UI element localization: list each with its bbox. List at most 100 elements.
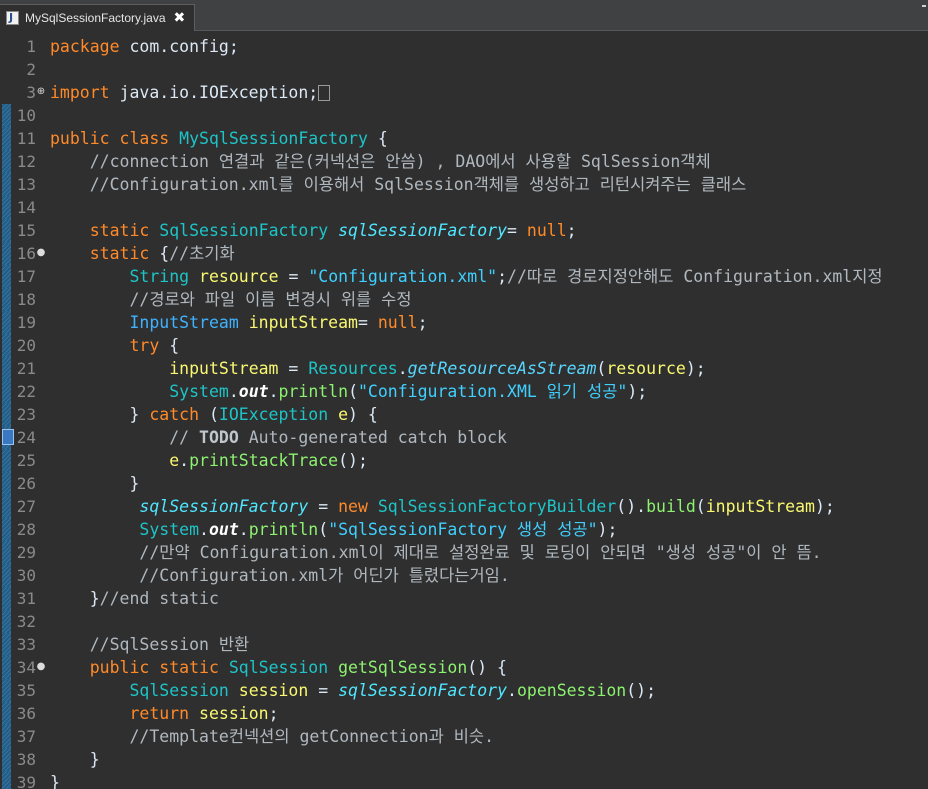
java-file-icon	[6, 11, 19, 25]
code-text: try {	[50, 334, 179, 357]
code-token: new	[338, 497, 368, 516]
code-line[interactable]: 14	[0, 196, 928, 219]
code-token: =	[278, 267, 309, 286]
code-line[interactable]: 28 System.out.println("SqlSessionFactory…	[0, 518, 928, 541]
code-token: .	[238, 520, 249, 539]
code-line[interactable]: 34 ● public static SqlSession getSqlSessi…	[0, 656, 928, 679]
code-line[interactable]: 32	[0, 610, 928, 633]
code-token: }	[50, 750, 100, 769]
code-line[interactable]: 36 return session;	[0, 702, 928, 725]
code-token: "Configuration.xml"	[308, 267, 498, 286]
code-line[interactable]: 25 e.printStackTrace();	[0, 449, 928, 472]
code-line[interactable]: 15 static SqlSessionFactory sqlSessionFa…	[0, 219, 928, 242]
code-token: getResourceAsStream	[407, 359, 597, 378]
close-icon[interactable]: ✖	[174, 11, 186, 25]
code-token: (	[199, 405, 219, 424]
code-line[interactable]: 1 package com.config;	[0, 35, 928, 58]
code-token: com.config;	[119, 37, 239, 56]
code-text: }	[50, 748, 100, 771]
fold-expand-icon[interactable]: ⊕	[36, 81, 46, 102]
line-number: 39	[16, 773, 36, 789]
code-text: //만약 Configuration.xml이 제대로 설정완료 및 로딩이 안…	[50, 541, 821, 564]
folded-imports-icon[interactable]	[318, 85, 331, 101]
line-number: 29	[16, 543, 36, 562]
code-token: =	[308, 681, 339, 700]
code-token: return	[129, 704, 190, 723]
code-line[interactable]: 38 }	[0, 748, 928, 771]
fold-collapse-icon[interactable]: ●	[36, 242, 46, 263]
code-line[interactable]: 24 // TODO Auto-generated catch block	[0, 426, 928, 449]
line-number: 27	[16, 497, 36, 516]
tab-mysqlsessionfactory[interactable]: MySqlSessionFactory.java ✖	[0, 4, 195, 31]
code-line[interactable]: 21 inputStream = Resources.getResourceAs…	[0, 357, 928, 380]
code-token: build	[646, 497, 696, 516]
code-token: IOException	[218, 405, 329, 424]
code-line[interactable]: 30 //Configuration.xml가 어딘가 틀렸다는거임.	[0, 564, 928, 587]
code-editor[interactable]: 1 package com.config; 2 3 ⊕ import java.io.IO…	[0, 35, 928, 789]
code-token: try	[129, 336, 160, 355]
code-line[interactable]: 3 ⊕ import java.io.IOException;	[0, 81, 928, 104]
code-text: static {//초기화	[50, 242, 235, 265]
code-token: //SqlSession 반환	[50, 635, 250, 654]
code-line[interactable]: 16 ● static {//초기화	[0, 242, 928, 265]
line-number: 32	[16, 612, 36, 631]
code-line[interactable]: 12 //connection 연결과 같은(커넥션은 안씀) , DAO에서 …	[0, 150, 928, 173]
code-line[interactable]: 17 String resource = "Configuration.xml"…	[0, 265, 928, 288]
code-line[interactable]: 20 try {	[0, 334, 928, 357]
code-token: openSession	[516, 681, 627, 700]
code-line[interactable]: 26 }	[0, 472, 928, 495]
code-line[interactable]: 29 //만약 Configuration.xml이 제대로 설정완료 및 로딩…	[0, 541, 928, 564]
code-token: e	[338, 405, 349, 424]
code-line[interactable]: 39}	[0, 771, 928, 789]
code-line[interactable]: 37 //Template컨넥션의 getConnection과 비슷.	[0, 725, 928, 748]
code-token: .	[228, 382, 239, 401]
code-line[interactable]: 22 System.out.println("Configuration.XML…	[0, 380, 928, 403]
code-line[interactable]: 11 public class MySqlSessionFactory {	[0, 127, 928, 150]
code-line[interactable]: 19 InputStream inputStream= null;	[0, 311, 928, 334]
view-menu-icon[interactable]	[922, 5, 926, 7]
code-text: public static SqlSession getSqlSession()…	[50, 656, 507, 679]
code-line[interactable]: 13 //Configuration.xml를 이용해서 SqlSession객…	[0, 173, 928, 196]
code-token: TODO	[199, 428, 239, 447]
code-text: //Configuration.xml를 이용해서 SqlSession객체를 …	[50, 173, 747, 196]
code-token: java.io.IOException;	[109, 83, 319, 102]
code-token: {	[159, 336, 180, 355]
code-token: Resources	[308, 359, 398, 378]
code-token: out	[238, 382, 269, 401]
code-token: sqlSessionFactory	[338, 221, 508, 240]
code-text: String resource = "Configuration.xml";//…	[50, 265, 882, 288]
code-text: e.printStackTrace();	[50, 449, 368, 472]
line-number: 37	[16, 727, 36, 746]
code-text: } catch (IOException e) {	[50, 403, 377, 426]
code-line[interactable]: 27 sqlSessionFactory = new SqlSessionFac…	[0, 495, 928, 518]
code-token: //Configuration.xml가 어딘가 틀렸다는거임.	[50, 566, 510, 585]
code-token: (	[348, 382, 358, 401]
code-token: System	[139, 520, 200, 539]
code-line[interactable]: 10	[0, 104, 928, 127]
code-token: .	[397, 359, 408, 378]
code-token: sqlSessionFactory	[139, 497, 309, 516]
code-line[interactable]: 23 } catch (IOException e) {	[0, 403, 928, 426]
fold-collapse-icon[interactable]: ●	[36, 656, 46, 677]
code-line[interactable]: 35 SqlSession session = sqlSessionFactor…	[0, 679, 928, 702]
line-number: 18	[16, 290, 36, 309]
code-text: //Template컨넥션의 getConnection과 비슷.	[50, 725, 494, 748]
code-token: inputStream	[705, 497, 815, 516]
code-line[interactable]: 18 //경로와 파일 이름 변경시 위를 수정	[0, 288, 928, 311]
code-token: null	[526, 221, 567, 240]
code-line[interactable]: 33 //SqlSession 반환	[0, 633, 928, 656]
code-token: import	[50, 83, 110, 102]
code-text: static SqlSessionFactory sqlSessionFacto…	[50, 219, 577, 242]
code-line[interactable]: 2	[0, 58, 928, 81]
code-line[interactable]: 31 }//end static	[0, 587, 928, 610]
code-token: System	[169, 382, 229, 401]
line-number: 19	[16, 313, 36, 332]
code-token: "SqlSessionFactory 생성 성공"	[328, 520, 598, 539]
